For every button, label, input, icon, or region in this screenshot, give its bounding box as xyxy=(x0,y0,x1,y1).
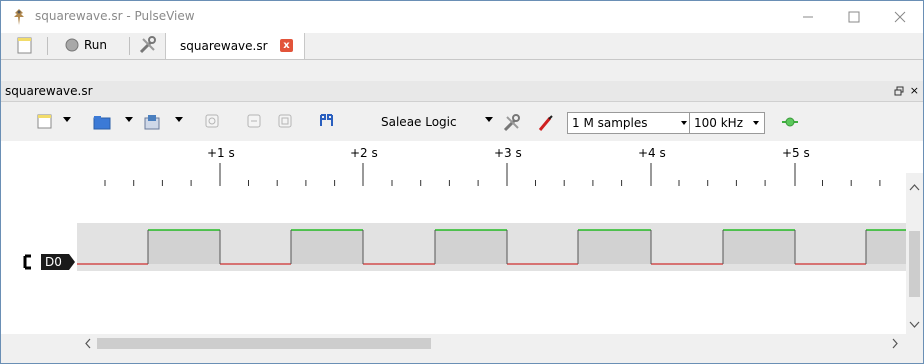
channel-handle-icon[interactable] xyxy=(23,254,31,270)
open-dropdown-icon[interactable] xyxy=(125,117,133,122)
ruler-label: +4 s xyxy=(638,146,666,160)
pulseview-app-icon xyxy=(14,9,24,25)
new-view-icon[interactable] xyxy=(37,114,53,130)
chevron-right-icon[interactable] xyxy=(888,335,902,352)
pulseview-window: squarewave.sr - PulseView Run squarewave… xyxy=(0,0,924,364)
channel-header[interactable]: D0 xyxy=(23,254,75,270)
horizontal-scroll-thumb[interactable] xyxy=(97,338,431,349)
open-file-icon[interactable] xyxy=(93,114,111,130)
chevron-down-icon xyxy=(753,121,759,125)
sample-count-combo[interactable]: 1 M samples xyxy=(567,112,693,134)
signal-high-fill xyxy=(723,230,795,264)
chevron-up-icon[interactable] xyxy=(906,181,923,195)
tab-label: squarewave.sr xyxy=(180,39,268,53)
maximize-button[interactable] xyxy=(831,1,877,33)
dock-title: squarewave.sr xyxy=(5,84,93,98)
signal-high-fill xyxy=(435,230,507,264)
float-dock-icon[interactable] xyxy=(894,86,904,96)
vertical-scrollbar[interactable] xyxy=(906,173,923,334)
vertical-scroll-thumb[interactable] xyxy=(909,231,920,297)
zoom-out-icon[interactable] xyxy=(247,114,261,128)
ruler-label: +1 s xyxy=(207,146,235,160)
ruler-ticks: +1 s +2 s +3 s +4 s +5 s xyxy=(104,146,881,186)
probe-icon[interactable] xyxy=(538,114,554,132)
horizontal-scrollbar[interactable] xyxy=(77,335,906,352)
tab-close-icon[interactable]: x xyxy=(280,39,293,52)
bottom-edge xyxy=(1,352,923,363)
run-button[interactable]: Run xyxy=(65,38,107,52)
close-window-button[interactable] xyxy=(877,1,923,33)
sample-rate-combo[interactable]: 100 kHz xyxy=(689,112,765,134)
chevron-down-icon[interactable] xyxy=(906,318,923,332)
ruler-label: +3 s xyxy=(494,146,522,160)
save-file-icon[interactable] xyxy=(143,114,161,130)
dock-header: squarewave.sr × xyxy=(1,81,923,102)
new-session-icon xyxy=(17,37,32,54)
new-session-button[interactable] xyxy=(17,37,33,55)
main-toolbar: Saleae Logic 1 M samples 100 kHz xyxy=(1,105,923,139)
dock-controls[interactable]: × xyxy=(894,84,919,97)
signal-high-fill xyxy=(578,230,651,264)
signal-high-fill xyxy=(291,230,363,264)
zoom-in-icon[interactable] xyxy=(205,114,219,128)
chevron-down-icon xyxy=(681,121,687,125)
close-icon xyxy=(894,11,906,23)
close-dock-icon[interactable]: × xyxy=(910,84,919,97)
device-settings-button[interactable] xyxy=(139,36,157,54)
device-selector[interactable]: Saleae Logic xyxy=(381,115,457,129)
ruler-label: +2 s xyxy=(350,146,378,160)
channel-name[interactable]: D0 xyxy=(45,255,62,269)
sample-count-value: 1 M samples xyxy=(572,116,648,130)
zoom-fit-icon[interactable] xyxy=(278,114,292,128)
window-title: squarewave.sr - PulseView xyxy=(35,9,195,23)
trace-canvas: D0 xyxy=(23,223,906,271)
sample-rate-value: 100 kHz xyxy=(694,116,743,130)
maximize-icon xyxy=(848,11,860,23)
tools-icon xyxy=(139,36,156,54)
minimize-button[interactable] xyxy=(785,1,831,33)
minimize-icon xyxy=(803,16,813,18)
ruler-label: +5 s xyxy=(782,146,810,160)
run-label: Run xyxy=(84,38,108,52)
time-ruler[interactable]: +1 s +2 s +3 s +4 s +5 s xyxy=(1,141,923,191)
tab-squarewave[interactable]: squarewave.sr x xyxy=(165,33,305,59)
device-config-icon[interactable] xyxy=(503,114,521,132)
toolbar-separator xyxy=(129,37,130,55)
signal-high-fill xyxy=(866,230,906,264)
chevron-left-icon[interactable] xyxy=(81,335,95,352)
trace-view[interactable]: D0 xyxy=(1,191,906,334)
device-dropdown-icon[interactable] xyxy=(485,117,493,122)
signal-high-fill xyxy=(148,230,220,264)
new-view-dropdown-icon[interactable] xyxy=(63,117,71,122)
title-bar: squarewave.sr - PulseView xyxy=(1,1,923,33)
toolbar-separator xyxy=(47,37,48,55)
session-tab-bar: Run squarewave.sr x xyxy=(1,33,923,60)
run-icon xyxy=(65,38,79,52)
cursors-icon[interactable] xyxy=(319,114,335,128)
save-dropdown-icon[interactable] xyxy=(175,117,183,122)
connect-device-icon[interactable] xyxy=(781,117,799,127)
